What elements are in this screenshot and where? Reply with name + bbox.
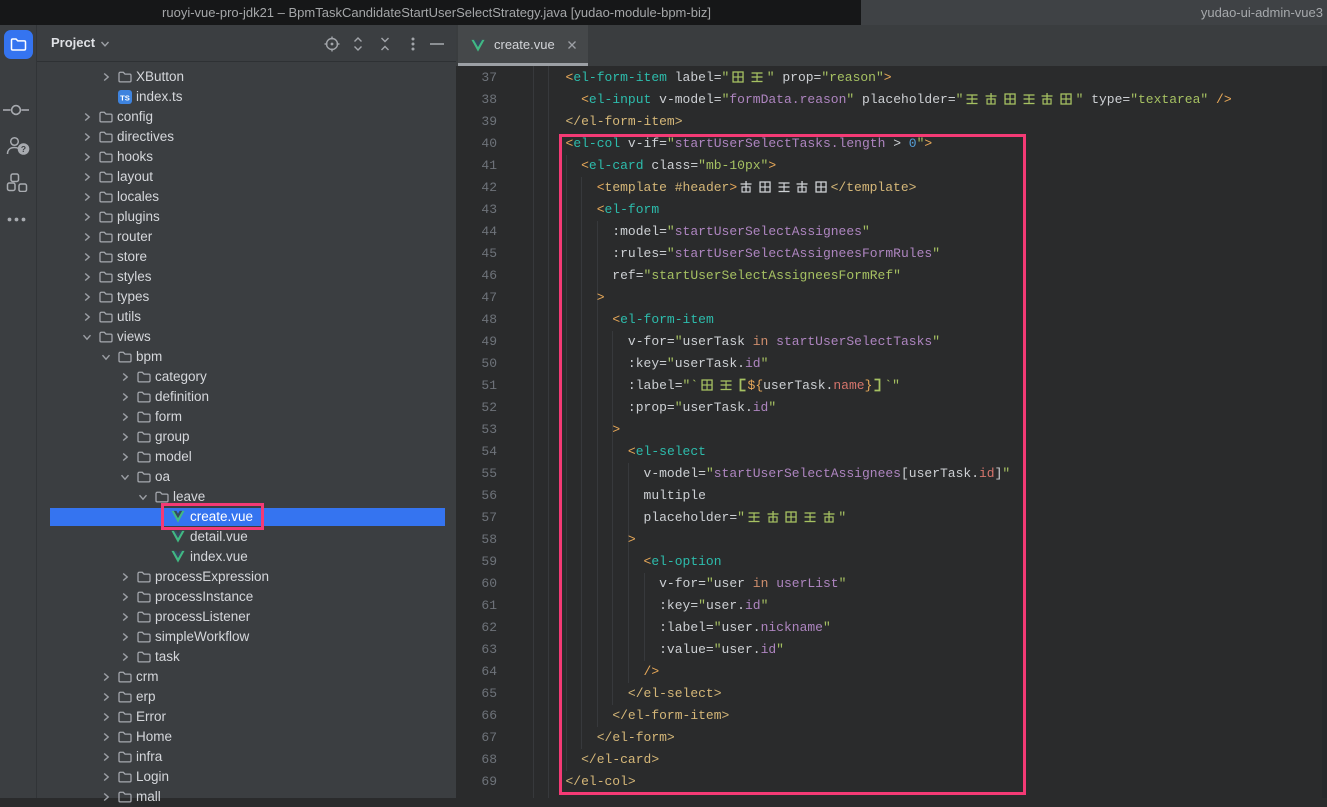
svg-text:TS: TS: [120, 93, 130, 102]
svg-text:?: ?: [21, 144, 26, 154]
